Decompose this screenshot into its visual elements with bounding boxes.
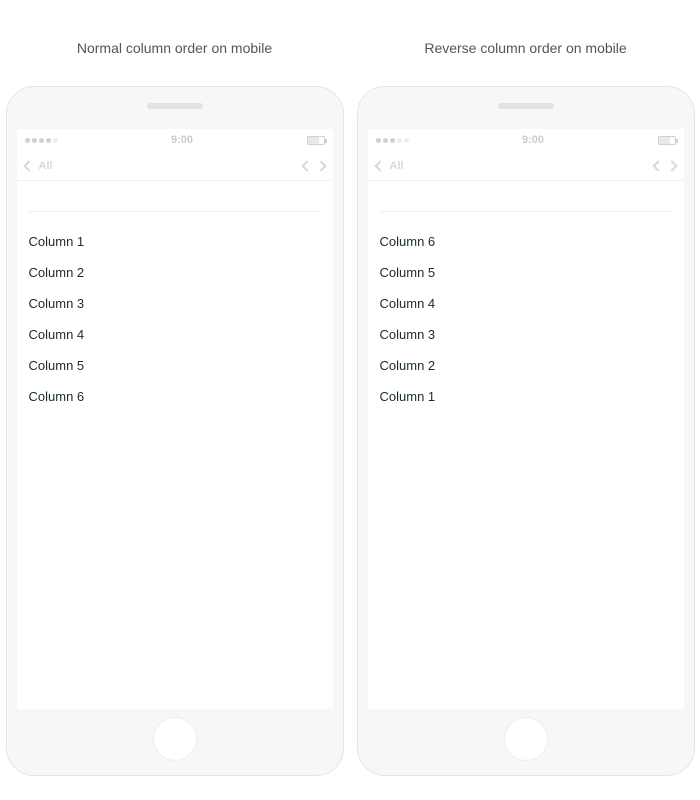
caption-reverse: Reverse column order on mobile <box>424 40 626 56</box>
next-chevron-icon[interactable] <box>666 160 677 171</box>
status-bar: 9:00 <box>17 129 333 151</box>
phone-screen-right: 9:00 All Column 6 Column 5 <box>368 129 684 709</box>
prev-chevron-icon[interactable] <box>652 160 663 171</box>
list-item: Column 4 <box>380 288 672 319</box>
list-item: Column 2 <box>380 350 672 381</box>
content-area-right: Column 6 Column 5 Column 4 Column 3 Colu… <box>368 181 684 709</box>
list-item: Column 6 <box>29 381 321 412</box>
home-button[interactable] <box>153 717 197 761</box>
signal-dots-icon <box>25 138 58 143</box>
list-item: Column 3 <box>380 319 672 350</box>
home-button[interactable] <box>504 717 548 761</box>
phone-mockup-left: 9:00 All Column 1 Column 2 <box>6 86 344 776</box>
nav-bar: All <box>17 151 333 181</box>
phone-screen-left: 9:00 All Column 1 Column 2 <box>17 129 333 709</box>
nav-title: All <box>39 160 53 172</box>
status-time: 9:00 <box>409 134 658 146</box>
caption-normal: Normal column order on mobile <box>77 40 272 56</box>
list-item: Column 1 <box>380 381 672 412</box>
list-item: Column 1 <box>29 226 321 257</box>
battery-icon <box>658 136 676 145</box>
phone-speaker <box>147 103 203 109</box>
example-normal-order: Normal column order on mobile 9:00 All <box>4 0 345 776</box>
next-chevron-icon[interactable] <box>315 160 326 171</box>
back-chevron-icon[interactable] <box>23 160 34 171</box>
prev-chevron-icon[interactable] <box>301 160 312 171</box>
divider <box>380 211 672 212</box>
list-item: Column 6 <box>380 226 672 257</box>
back-chevron-icon[interactable] <box>374 160 385 171</box>
battery-icon <box>307 136 325 145</box>
status-time: 9:00 <box>58 134 307 146</box>
signal-dots-icon <box>376 138 409 143</box>
list-item: Column 5 <box>29 350 321 381</box>
status-bar: 9:00 <box>368 129 684 151</box>
list-item: Column 3 <box>29 288 321 319</box>
phone-mockup-right: 9:00 All Column 6 Column 5 <box>357 86 695 776</box>
phone-speaker <box>498 103 554 109</box>
example-reverse-order: Reverse column order on mobile 9:00 All <box>355 0 696 776</box>
divider <box>29 211 321 212</box>
nav-title: All <box>390 160 404 172</box>
content-area-left: Column 1 Column 2 Column 3 Column 4 Colu… <box>17 181 333 709</box>
list-item: Column 4 <box>29 319 321 350</box>
list-item: Column 5 <box>380 257 672 288</box>
nav-bar: All <box>368 151 684 181</box>
list-item: Column 2 <box>29 257 321 288</box>
